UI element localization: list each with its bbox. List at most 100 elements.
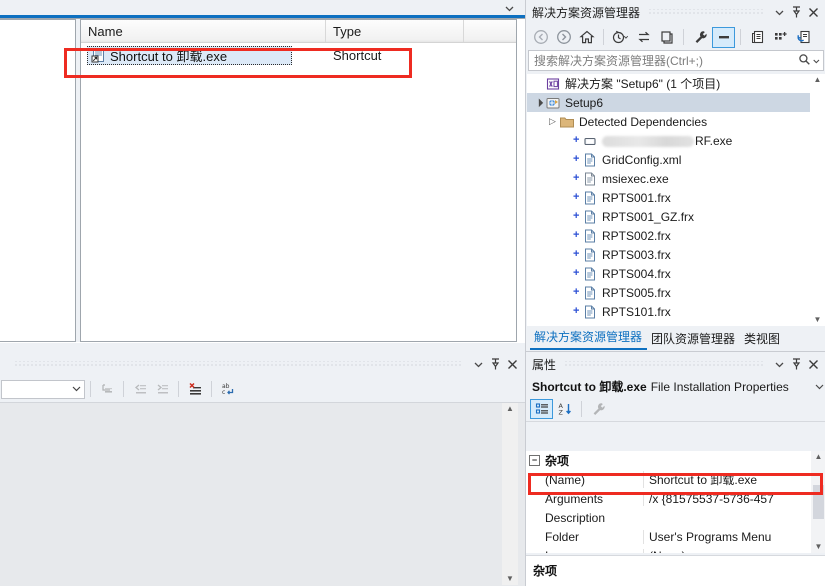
column-header-name[interactable]: Name xyxy=(81,20,326,42)
property-category-label: 杂项 xyxy=(545,454,570,468)
property-name: Icon xyxy=(526,549,643,554)
file-list-pane[interactable]: Name Type Shortcut to 卸载.exe Shortcut xyxy=(80,19,517,342)
file-system-tree-pane[interactable] xyxy=(0,19,76,342)
sync-with-active-document-icon[interactable] xyxy=(632,27,655,48)
bottom-panel-titlebar xyxy=(0,352,525,376)
file-name-cell[interactable]: Shortcut to 卸载.exe xyxy=(81,45,326,65)
outdent-icon[interactable] xyxy=(129,379,151,399)
bottom-panel-toolbar: ab c xyxy=(0,376,525,402)
show-all-files-icon[interactable] xyxy=(746,27,769,48)
home-icon[interactable] xyxy=(575,27,598,48)
editor-vertical-scrollbar[interactable] xyxy=(517,19,524,342)
properties-wrench-icon[interactable] xyxy=(689,27,712,48)
preview-selected-items-icon[interactable] xyxy=(712,26,735,48)
chevron-down-icon[interactable] xyxy=(72,382,81,396)
pin-icon[interactable] xyxy=(788,4,805,21)
properties-object-selector[interactable]: Shortcut to 卸载.exe File Installation Pro… xyxy=(526,376,825,397)
tree-node[interactable]: + RPTS001.frx xyxy=(527,188,824,207)
properties-grid[interactable]: − 杂项 (Name) Shortcut to 卸载.exe Arguments/x {… xyxy=(526,451,825,553)
drag-grip[interactable] xyxy=(648,9,763,15)
property-row[interactable]: Arguments/x {81575537-5736-457 xyxy=(526,489,825,508)
properties-grid-scrollbar[interactable]: ▲ ▼ xyxy=(811,451,825,553)
scroll-up-arrow[interactable]: ▲ xyxy=(506,403,514,415)
scroll-down-arrow[interactable]: ▼ xyxy=(506,573,514,585)
solution-tree-scrollbar[interactable]: ▲ ▼ xyxy=(810,74,825,326)
tree-node[interactable]: + RPTS101.frx xyxy=(527,302,824,321)
tree-node[interactable]: + RPTS003.frx xyxy=(527,245,824,264)
close-icon[interactable] xyxy=(805,4,822,21)
property-value[interactable]: (None) xyxy=(643,548,825,553)
collapsed-twisty-icon[interactable]: ▷ xyxy=(546,116,559,127)
tree-node[interactable]: 解决方案 "Setup6" (1 个项目) xyxy=(527,74,824,93)
tree-node[interactable]: + GridConfig.xml xyxy=(527,150,824,169)
rename-input[interactable]: Shortcut to 卸载.exe xyxy=(87,45,292,65)
category-expander-icon[interactable]: − xyxy=(529,455,540,466)
property-value[interactable]: /x {81575537-5736-457 xyxy=(643,491,825,506)
pending-changes-icon[interactable] xyxy=(609,27,632,48)
back-icon[interactable] xyxy=(529,27,552,48)
property-row[interactable]: Folder User's Programs Menu xyxy=(526,527,825,546)
categorized-view-icon[interactable] xyxy=(530,399,553,419)
toolbar-separator xyxy=(603,29,604,45)
pin-icon[interactable] xyxy=(788,356,805,373)
add-file-badge-icon: + xyxy=(573,210,580,222)
drag-grip[interactable] xyxy=(14,361,462,367)
panel-tab[interactable]: 类视图 xyxy=(740,328,785,350)
search-input[interactable]: 搜索解决方案资源管理器(Ctrl+;) xyxy=(528,50,824,71)
pin-icon[interactable] xyxy=(487,356,504,373)
scroll-up-arrow[interactable]: ▲ xyxy=(814,74,822,86)
scroll-down-arrow[interactable]: ▼ xyxy=(814,314,822,326)
scroll-up-arrow[interactable]: ▲ xyxy=(815,451,823,463)
property-row[interactable]: Icon(None) xyxy=(526,546,825,553)
scrollbar-thumb[interactable] xyxy=(813,485,824,519)
expanded-twisty-icon[interactable]: ◢ xyxy=(531,95,547,111)
chevron-down-icon[interactable] xyxy=(771,356,788,373)
chevron-down-icon[interactable] xyxy=(815,380,824,394)
alphabetical-sort-icon[interactable]: A Z xyxy=(553,399,576,419)
tree-node[interactable]: + RPTS002.frx xyxy=(527,226,824,245)
app-window: Name Type Shortcut to 卸载.exe Shortcut ab… xyxy=(0,0,825,586)
clear-all-icon[interactable] xyxy=(184,379,206,399)
collapse-all-icon[interactable] xyxy=(655,27,678,48)
scroll-down-arrow[interactable]: ▼ xyxy=(815,541,823,553)
file-icon xyxy=(582,152,598,168)
close-icon[interactable] xyxy=(504,356,521,373)
property-row[interactable]: Description xyxy=(526,508,825,527)
panel-tab[interactable]: 团队资源管理器 xyxy=(647,328,740,350)
property-value[interactable]: Shortcut to 卸载.exe xyxy=(643,471,825,488)
property-value[interactable]: User's Programs Menu xyxy=(643,529,825,544)
chevron-down-icon[interactable] xyxy=(470,356,487,373)
property-row[interactable]: (Name) Shortcut to 卸载.exe xyxy=(526,470,825,489)
column-header-extra[interactable] xyxy=(464,20,516,42)
tree-node[interactable]: + RF.exe xyxy=(527,131,824,150)
tree-node[interactable]: + msiexec.exe xyxy=(527,169,824,188)
table-row[interactable]: Shortcut to 卸载.exe Shortcut xyxy=(81,43,516,67)
chevron-down-icon[interactable] xyxy=(813,54,820,68)
tree-node[interactable]: + RPTS004.frx xyxy=(527,264,824,283)
chevron-down-icon[interactable] xyxy=(771,4,788,21)
bottom-panel-content[interactable] xyxy=(0,402,525,586)
tree-node[interactable]: ▷ Detected Dependencies xyxy=(527,112,824,131)
solution-tree[interactable]: 解决方案 "Setup6" (1 个项目) ◢ Setup6 ▷ Detected De… xyxy=(527,74,824,326)
tree-node[interactable]: + RPTS005.frx xyxy=(527,283,824,302)
indent-icon[interactable] xyxy=(151,379,173,399)
undo-indent-icon[interactable] xyxy=(96,379,118,399)
refresh-icon[interactable] xyxy=(792,27,815,48)
file-icon xyxy=(582,209,598,225)
close-icon[interactable] xyxy=(805,356,822,373)
tree-node[interactable]: ◢ Setup6 xyxy=(527,93,824,112)
property-category[interactable]: − 杂项 xyxy=(526,451,825,470)
panel-tab[interactable]: 解决方案资源管理器 xyxy=(530,326,648,350)
bottom-panel-combo[interactable] xyxy=(1,379,85,399)
tree-node-label: RPTS002.frx xyxy=(602,228,671,243)
tree-node[interactable]: + RPTS001_GZ.frx xyxy=(527,207,824,226)
bottom-panel-scrollbar[interactable]: ▲ ▼ xyxy=(502,403,518,585)
add-new-item-icon[interactable] xyxy=(769,27,792,48)
forward-icon[interactable] xyxy=(552,27,575,48)
drag-grip[interactable] xyxy=(564,361,763,367)
file-type-cell[interactable]: Shortcut xyxy=(326,48,464,63)
word-wrap-icon[interactable]: ab c xyxy=(217,379,239,399)
scrollbar-track[interactable] xyxy=(813,87,822,313)
column-header-type[interactable]: Type xyxy=(326,20,464,42)
magnifier-icon[interactable] xyxy=(798,53,811,69)
